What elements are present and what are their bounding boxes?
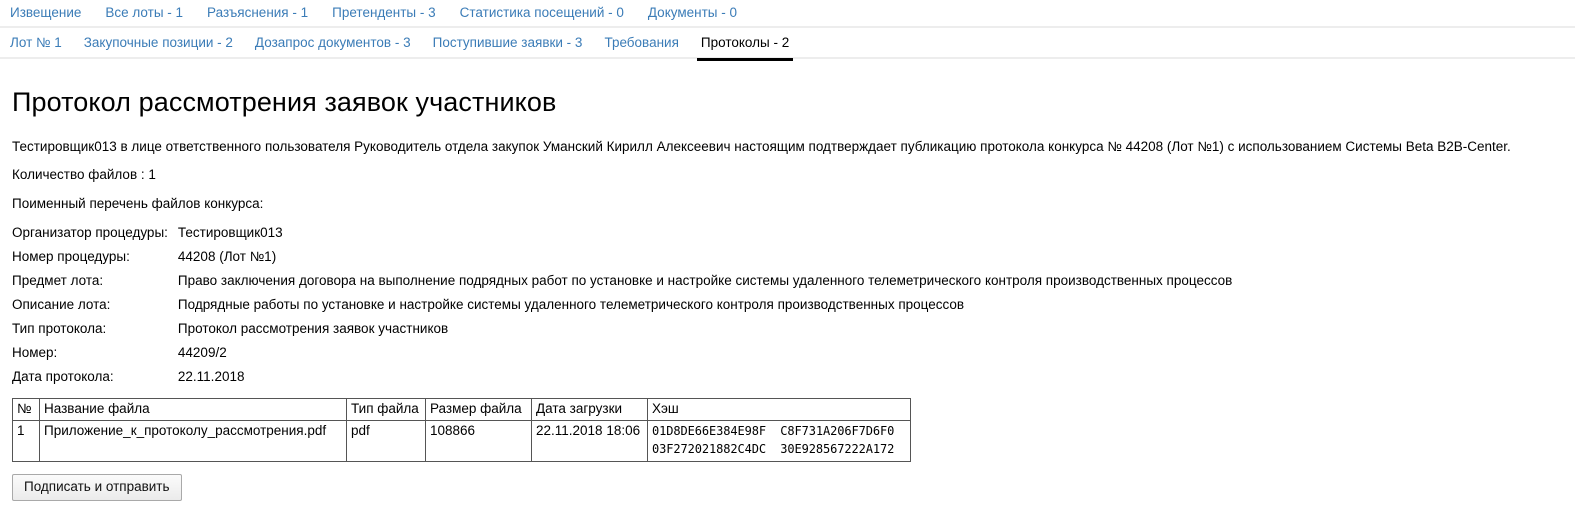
tab-dozapros-dokumentov[interactable]: Дозапрос документов - 3: [255, 33, 411, 56]
column-header-date: Дата загрузки: [531, 398, 648, 421]
nav-item-dokumenty[interactable]: Документы - 0: [648, 3, 737, 26]
tab-zakupochnye-pozicii[interactable]: Закупочные позиции - 2: [84, 33, 233, 56]
intro-paragraph: Тестировщик013 в лице ответственного пол…: [12, 139, 1511, 154]
cell-file-type: pdf: [346, 420, 426, 462]
nav-item-razyasneniya[interactable]: Разъяснения - 1: [207, 3, 308, 26]
nav-item-pretendenty[interactable]: Претенденты - 3: [332, 3, 436, 26]
detail-value: 22.11.2018: [177, 369, 245, 384]
column-header-size: Размер файла: [425, 398, 532, 421]
files-list-caption: Поименный перечень файлов конкурса:: [12, 196, 264, 211]
tab-trebovaniya[interactable]: Требования: [604, 33, 678, 56]
tab-postupivshie-zayavki[interactable]: Поступившие заявки - 3: [433, 33, 583, 56]
detail-row-protocol-type: Тип протокола: Протокол рассмотрения зая…: [12, 320, 1232, 344]
detail-row-number: Номер: 44209/2: [12, 344, 1232, 368]
detail-label: Предмет лота:: [12, 273, 104, 288]
detail-value: Тестировщик013: [177, 225, 283, 240]
hash-line-1: 01D8DE66E384E98F C8F731A206F7D6F0: [652, 424, 895, 438]
column-header-name: Название файла: [39, 398, 347, 421]
primary-nav: Извещение Все лоты - 1 Разъяснения - 1 П…: [0, 0, 1575, 28]
cell-hash: 01D8DE66E384E98F C8F731A206F7D6F0 03F272…: [647, 420, 911, 462]
nav-item-statistika-poseshcheniy[interactable]: Статистика посещений - 0: [460, 3, 624, 26]
page-title: Протокол рассмотрения заявок участников: [12, 87, 557, 117]
tab-lot-1[interactable]: Лот № 1: [10, 33, 62, 56]
detail-row-procedure-number: Номер процедуры: 44208 (Лот №1): [12, 248, 1232, 272]
detail-label: Тип протокола:: [12, 321, 107, 336]
column-header-type: Тип файла: [346, 398, 426, 421]
details-list: Организатор процедуры: Тестировщик013 Но…: [12, 224, 1232, 392]
detail-label: Номер:: [12, 345, 58, 360]
detail-value: Подрядные работы по установке и настройк…: [177, 297, 965, 312]
detail-value: 44208 (Лот №1): [177, 249, 277, 264]
files-count-text: Количество файлов : 1: [12, 167, 156, 182]
cell-upload-date: 22.11.2018 18:06: [531, 420, 648, 462]
tab-protokoly[interactable]: Протоколы - 2: [696, 33, 794, 61]
detail-label: Дата протокола:: [12, 369, 114, 384]
cell-file-name: Приложение_к_протоколу_рассмотрения.pdf: [39, 420, 347, 462]
page-content: Протокол рассмотрения заявок участников …: [0, 87, 1575, 501]
secondary-nav: Лот № 1 Закупочные позиции - 2 Дозапрос …: [0, 28, 1575, 61]
detail-row-lot-subject: Предмет лота: Право заключения договора …: [12, 272, 1232, 296]
detail-value: 44209/2: [177, 345, 227, 360]
table-row: 1 Приложение_к_протоколу_рассмотрения.pd…: [12, 420, 911, 462]
table-header-row: № Название файла Тип файла Размер файла …: [12, 398, 911, 421]
detail-label: Организатор процедуры:: [12, 225, 168, 240]
sign-and-send-button[interactable]: Подписать и отправить: [12, 474, 182, 501]
detail-row-organizer: Организатор процедуры: Тестировщик013: [12, 224, 1232, 248]
detail-row-protocol-date: Дата протокола: 22.11.2018: [12, 368, 1232, 392]
column-header-hash: Хэш: [647, 398, 911, 421]
detail-value: Протокол рассмотрения заявок участников: [177, 321, 449, 336]
hash-line-2: 03F272021882C4DC 30E928567222A172: [652, 442, 895, 456]
detail-label: Номер процедуры:: [12, 249, 130, 264]
cell-file-size: 108866: [425, 420, 532, 462]
nav-item-vse-loty[interactable]: Все лоты - 1: [105, 3, 183, 26]
column-header-num: №: [12, 398, 40, 421]
actions-row: Подписать и отправить: [12, 474, 1563, 501]
detail-label: Описание лота:: [12, 297, 111, 312]
files-table: № Название файла Тип файла Размер файла …: [12, 398, 911, 462]
detail-row-lot-description: Описание лота: Подрядные работы по устан…: [12, 296, 1232, 320]
cell-num: 1: [12, 420, 40, 462]
nav-item-izveshenie[interactable]: Извещение: [10, 3, 81, 26]
detail-value: Право заключения договора на выполнение …: [177, 273, 1233, 288]
